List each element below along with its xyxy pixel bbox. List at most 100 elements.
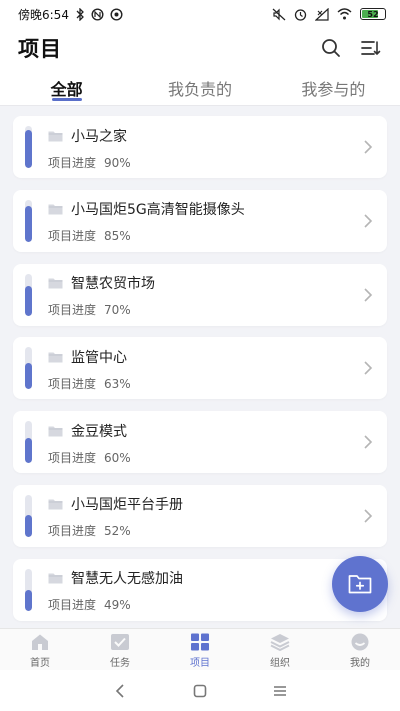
progress-row: 项目进度 49% [48, 596, 361, 613]
card-title-row: 小马国炬平台手册 [48, 492, 361, 516]
card-body: 监管中心 项目进度 63% [48, 345, 361, 392]
bottom-nav: 首页 任务 项目 组织 我的 [0, 628, 400, 670]
progress-label: 项目进度 [48, 229, 97, 244]
battery-level: 52 [367, 9, 379, 19]
tab-participating[interactable]: 我参与的 [267, 68, 400, 105]
progress-row: 项目进度 85% [48, 227, 361, 244]
project-card[interactable]: 智慧农贸市场 项目进度 70% [13, 263, 387, 326]
chevron-right-icon [361, 509, 375, 523]
progress-bar [25, 347, 32, 390]
sync-icon [110, 7, 123, 21]
nav-label: 首页 [30, 658, 50, 669]
status-right: 52 [272, 7, 386, 21]
progress-label: 项目进度 [48, 155, 97, 170]
card-body: 小马之家 项目进度 90% [48, 124, 361, 171]
nav-organization[interactable]: 组织 [240, 629, 320, 670]
nav-label: 组织 [270, 658, 290, 669]
system-menu-button[interactable] [270, 681, 290, 701]
project-list[interactable]: 小马之家 项目进度 90% 小马国炬5G高清智能摄像头 项目进度 85% 智慧农… [0, 106, 400, 628]
progress-bar [25, 494, 32, 537]
project-name: 智慧农贸市场 [71, 276, 155, 293]
search-button[interactable] [320, 37, 342, 59]
progress-bar [25, 199, 32, 242]
progress-label: 项目进度 [48, 450, 97, 465]
progress-fill [25, 438, 32, 464]
project-card[interactable]: 智慧无人无感加油 项目进度 49% [13, 558, 387, 621]
progress-label: 项目进度 [48, 598, 97, 613]
project-card[interactable]: 小马国炬5G高清智能摄像头 项目进度 85% [13, 189, 387, 252]
mute-icon [272, 8, 286, 20]
project-card[interactable]: 监管中心 项目进度 63% [13, 337, 387, 400]
bluetooth-icon [76, 7, 84, 21]
project-name: 金豆模式 [71, 423, 127, 440]
header-actions [320, 37, 382, 59]
nav-label: 项目 [190, 658, 210, 669]
progress-label: 项目进度 [48, 303, 97, 318]
page-title: 项目 [18, 37, 62, 61]
sort-button[interactable] [360, 37, 382, 59]
progress-row: 项目进度 90% [48, 154, 361, 171]
folder-icon [48, 352, 63, 363]
progress-fill [25, 515, 32, 537]
tab-all[interactable]: 全部 [0, 68, 133, 105]
progress-value: 52% [104, 524, 131, 539]
add-project-button[interactable] [332, 556, 388, 612]
progress-label: 项目进度 [48, 524, 97, 539]
system-home-button[interactable] [190, 681, 210, 701]
project-card[interactable]: 小马之家 项目进度 90% [13, 116, 387, 178]
project-card[interactable]: 金豆模式 项目进度 60% [13, 411, 387, 474]
progress-bar [25, 568, 32, 611]
project-card[interactable]: 小马国炬平台手册 项目进度 52% [13, 484, 387, 547]
progress-fill [25, 590, 32, 611]
nav-task[interactable]: 任务 [80, 629, 160, 670]
card-title-row: 小马之家 [48, 124, 361, 148]
nav-home[interactable]: 首页 [0, 629, 80, 670]
chevron-right-icon [361, 288, 375, 302]
folder-icon [48, 204, 63, 215]
project-icon [190, 632, 210, 652]
progress-fill [25, 206, 32, 242]
menu-icon [274, 685, 286, 696]
progress-fill [25, 362, 32, 390]
project-name: 智慧无人无感加油 [71, 571, 183, 588]
signal-x-icon [315, 7, 329, 21]
wifi-icon [337, 8, 352, 20]
progress-row: 项目进度 60% [48, 449, 361, 466]
card-title-row: 监管中心 [48, 345, 361, 369]
task-icon [110, 632, 130, 652]
nav-label: 任务 [110, 658, 130, 669]
progress-bar [25, 273, 32, 316]
progress-row: 项目进度 63% [48, 375, 361, 392]
battery-icon: 52 [360, 8, 386, 20]
chevron-right-icon [361, 214, 375, 228]
chevron-right-icon [361, 140, 375, 154]
progress-value: 63% [104, 376, 131, 391]
card-title-row: 金豆模式 [48, 419, 361, 443]
folder-icon [48, 278, 63, 289]
chevron-right-icon [361, 361, 375, 375]
nav-project[interactable]: 项目 [160, 629, 240, 670]
folder-icon [48, 131, 63, 141]
status-bar: 傍晚6:54 52 [0, 0, 400, 28]
progress-bar [25, 126, 32, 168]
progress-value: 60% [104, 450, 131, 465]
profile-icon [350, 632, 370, 652]
card-body: 智慧无人无感加油 项目进度 49% [48, 566, 361, 613]
nfc-icon [91, 7, 104, 21]
folder-icon [48, 426, 63, 437]
sort-icon [361, 41, 381, 56]
card-body: 小马国炬5G高清智能摄像头 项目进度 85% [48, 197, 361, 244]
system-back-button[interactable] [110, 681, 130, 701]
status-time: 傍晚6:54 [18, 7, 69, 22]
project-name: 监管中心 [71, 349, 127, 366]
nav-profile[interactable]: 我的 [320, 629, 400, 670]
project-tabs: 全部 我负责的 我参与的 [0, 68, 400, 106]
card-title-row: 小马国炬5G高清智能摄像头 [48, 197, 361, 221]
square-home-icon [193, 684, 207, 697]
tab-responsible[interactable]: 我负责的 [133, 68, 266, 105]
progress-value: 85% [104, 229, 131, 244]
folder-icon [48, 573, 63, 584]
chevron-right-icon [361, 435, 375, 449]
status-left: 傍晚6:54 [18, 6, 123, 23]
system-nav [0, 670, 400, 711]
